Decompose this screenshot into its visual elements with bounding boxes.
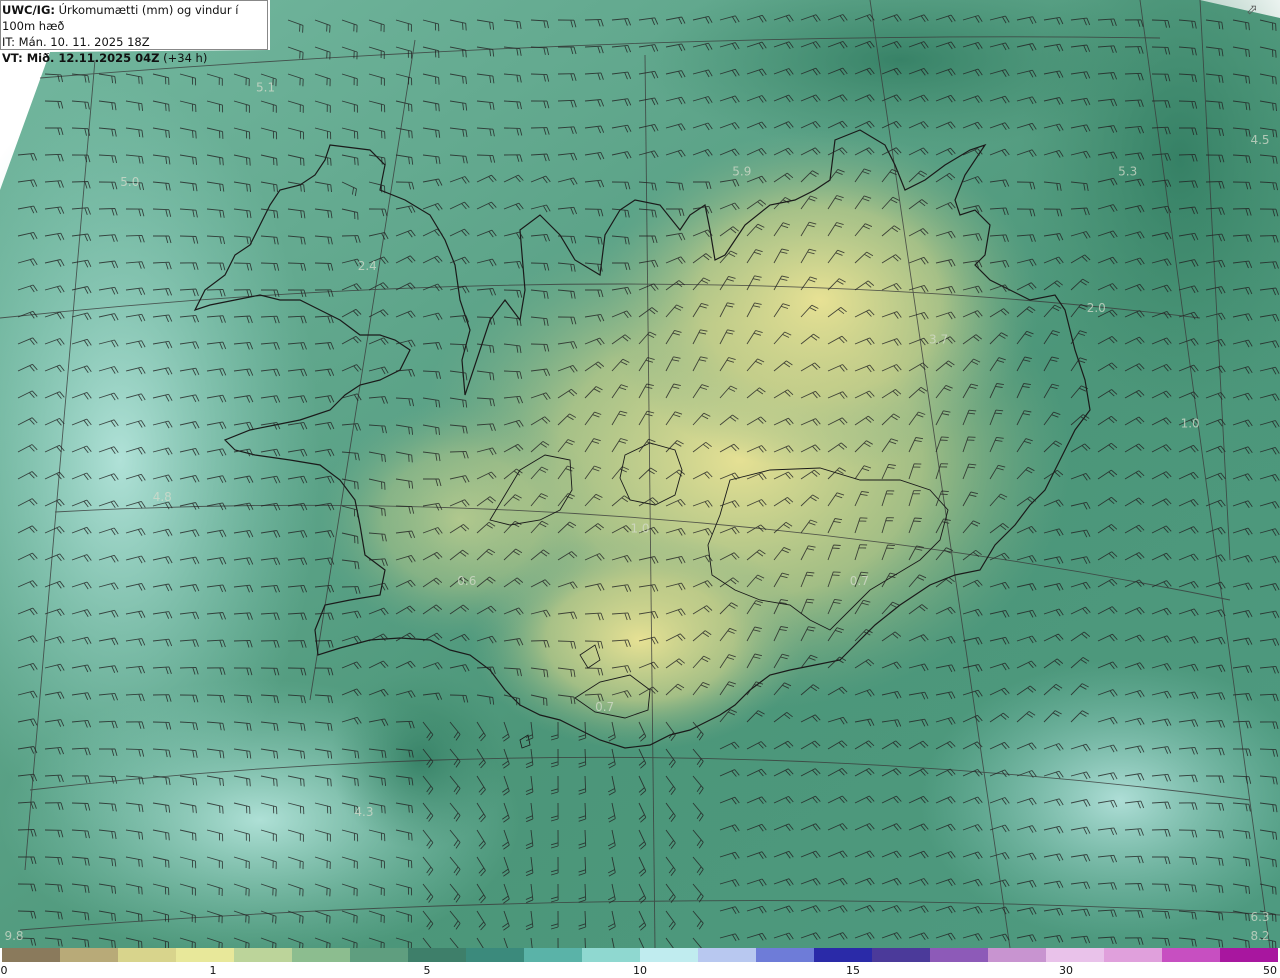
field-value-label: 5.0 [120, 175, 139, 189]
colorbar-swatch [1220, 948, 1278, 962]
colorbar-swatch [640, 948, 698, 962]
map-header: UWC/IG: Úrkomumætti (mm) og vindur í 100… [0, 0, 268, 65]
field-value-label: 0.7 [850, 574, 869, 588]
colorbar-swatch [350, 948, 408, 962]
lead-time: (+34 h) [163, 51, 208, 65]
colorbar-tick-label: 10 [633, 964, 647, 977]
field-value-label: 5.1 [256, 81, 275, 95]
colorbar-tick-label: 30 [1059, 964, 1073, 977]
valid-time: VT: Mið. 12.11.2025 04Z [2, 51, 160, 65]
colorbar-strip [2, 948, 1278, 962]
forecast-map[interactable]: 6.84.35.15.05.95.34.52.42.03.71.04.81.00… [0, 0, 1280, 948]
field-value-label: 5.9 [732, 165, 751, 179]
corner-marker-icon[interactable]: ⬀ [1246, 2, 1258, 18]
field-value-label: 1.0 [1181, 417, 1200, 431]
field-value-label: 4.8 [153, 490, 172, 504]
field-value-label: 8.2 [1250, 929, 1269, 943]
product-code: UWC/IG: [2, 3, 55, 17]
colorbar-tick-label: 50 [1263, 964, 1277, 977]
colorbar-swatch [408, 948, 466, 962]
colorbar: 0 1 5 10 15 30 50 [0, 948, 1280, 978]
colorbar-tick-label: 1 [209, 964, 217, 977]
colorbar-tick-label: 15 [846, 964, 860, 977]
field-value-label: 2.4 [358, 259, 377, 273]
colorbar-swatch [988, 948, 1046, 962]
colorbar-swatch [756, 948, 814, 962]
field-value-label: 2.0 [1087, 301, 1106, 315]
colorbar-swatch [292, 948, 350, 962]
colorbar-swatch [1104, 948, 1162, 962]
field-value-label: 0.7 [595, 700, 614, 714]
colorbar-swatch [698, 948, 756, 962]
field-value-label: 0.6 [457, 574, 476, 588]
colorbar-swatch [234, 948, 292, 962]
field-value-label: 1.0 [630, 522, 649, 536]
field-value-label: 6.3 [1250, 910, 1269, 924]
colorbar-swatch [466, 948, 524, 962]
map-canvas: 6.84.35.15.05.95.34.52.42.03.71.04.81.00… [0, 0, 1280, 948]
colorbar-swatch [814, 948, 872, 962]
init-time: IT: Mán. 10. 11. 2025 18Z [2, 35, 150, 49]
colorbar-swatch [118, 948, 176, 962]
field-value-label: 4.5 [1250, 133, 1269, 147]
field-value-label: 5.3 [1118, 165, 1137, 179]
field-value-label: 3.7 [929, 333, 948, 347]
colorbar-tick-label: 5 [423, 964, 431, 977]
colorbar-swatch [582, 948, 640, 962]
field-value-label: 4.3 [354, 805, 373, 819]
colorbar-swatch [2, 948, 60, 962]
colorbar-swatch [930, 948, 988, 962]
colorbar-swatch [176, 948, 234, 962]
colorbar-swatch [60, 948, 118, 962]
field-value-label: 9.8 [4, 929, 23, 943]
colorbar-swatch [1162, 948, 1220, 962]
colorbar-swatch [872, 948, 930, 962]
colorbar-swatch [1046, 948, 1104, 962]
colorbar-swatch [524, 948, 582, 962]
colorbar-tick-label: 0 [0, 964, 8, 977]
